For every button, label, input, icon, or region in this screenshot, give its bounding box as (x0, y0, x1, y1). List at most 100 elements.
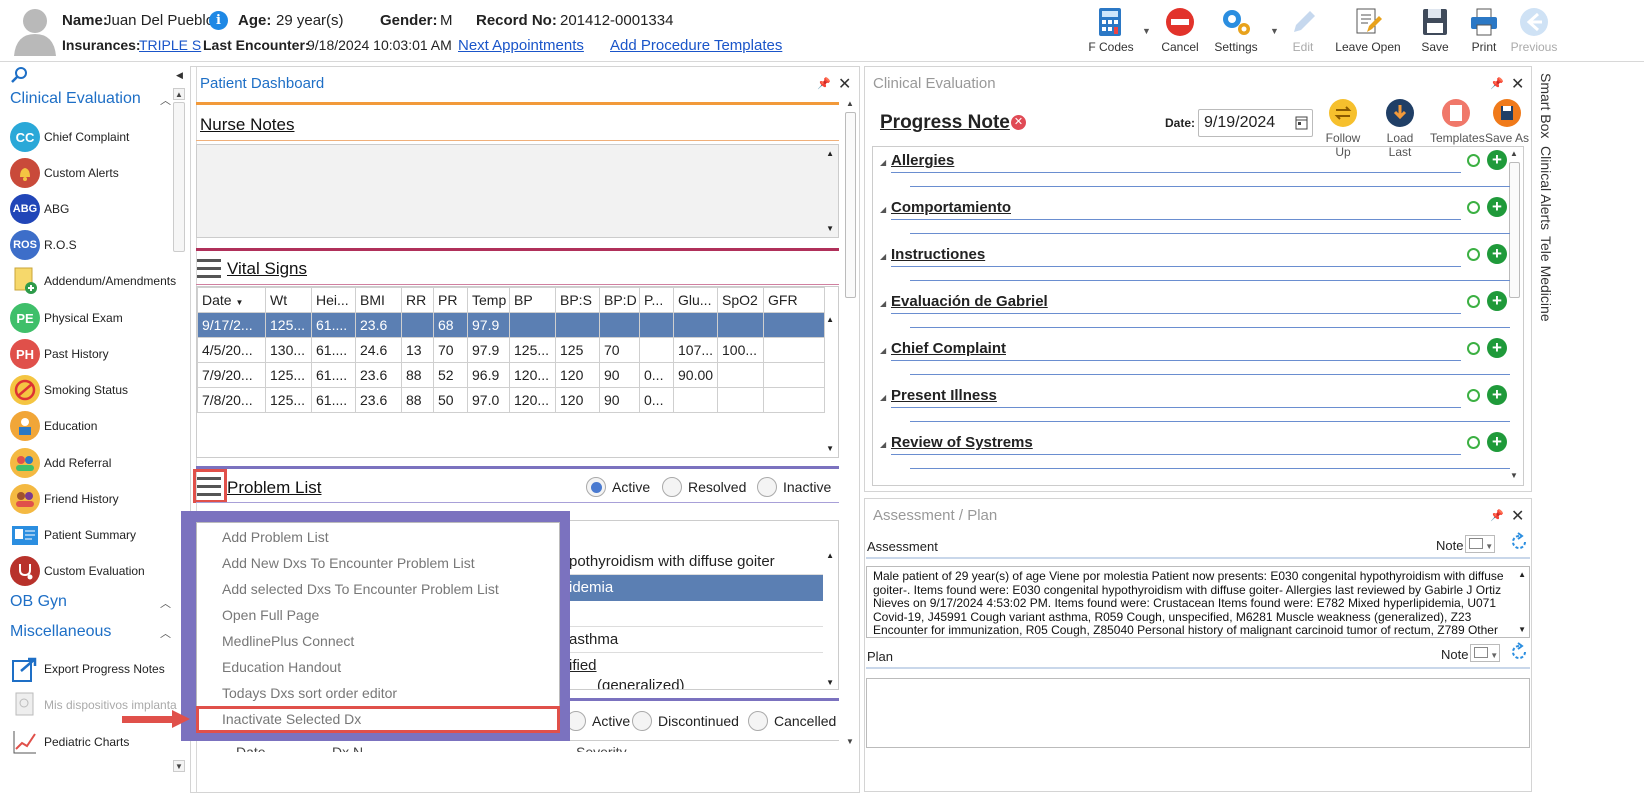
section-review-of-systems[interactable]: ◢ Review of Systrems + (880, 432, 1510, 470)
collapse-triangle-icon[interactable]: ◢ (880, 440, 886, 449)
section-chief-complaint[interactable]: ◢ Chief Complaint + (880, 338, 1510, 376)
clock-icon[interactable] (1467, 154, 1480, 167)
problem-radio-active[interactable]: Active (586, 477, 650, 497)
note-format-dropdown[interactable]: ▼ (1465, 535, 1495, 553)
tab-smart-box[interactable]: Smart Box (1538, 73, 1554, 138)
column-header[interactable]: BP:D (599, 287, 640, 313)
add-icon[interactable]: + (1487, 150, 1507, 170)
sidebar-item-abg[interactable]: ABG ABG (10, 193, 69, 225)
sidebar-item-friend-history[interactable]: Friend History (10, 483, 119, 515)
column-header[interactable]: Temp (467, 287, 510, 313)
table-row[interactable]: 4/5/20... 130... 61.... 24.6 13 70 97.9 125... 1… (197, 337, 825, 363)
dashboard-scrollbar[interactable]: ▲ ▼ (844, 98, 858, 750)
next-appointments-link[interactable]: Next Appointments (458, 37, 584, 54)
close-icon[interactable]: ✕ (1511, 506, 1524, 526)
scroll-up-icon[interactable]: ▲ (826, 149, 834, 158)
pin-icon[interactable]: 📌 (1490, 509, 1504, 522)
date-picker[interactable]: 9/19/2024 (1198, 109, 1313, 137)
scroll-up-icon[interactable]: ▲ (826, 551, 834, 560)
add-icon[interactable]: + (1487, 385, 1507, 405)
add-procedure-templates-link[interactable]: Add Procedure Templates (610, 37, 782, 54)
tab-tele-medicine[interactable]: Tele Medicine (1538, 236, 1554, 322)
settings-dropdown-icon[interactable]: ▼ (1270, 26, 1279, 36)
table-row[interactable]: 9/17/2... 125... 61.... 23.6 68 97.9 (197, 312, 825, 338)
scroll-down-icon[interactable]: ▼ (826, 224, 834, 233)
collapse-triangle-icon[interactable]: ◢ (880, 346, 886, 355)
save-as-button[interactable]: Save As (1484, 98, 1530, 145)
print-button[interactable]: Print (1462, 4, 1506, 60)
section-evaluacion-gabriel[interactable]: ◢ Evaluación de Gabriel + (880, 291, 1510, 329)
calendar-icon[interactable] (1295, 115, 1308, 133)
menu-item-add-selected-dxs[interactable]: Add selected Dxs To Encounter Problem Li… (222, 581, 499, 597)
sidebar-item-custom-evaluation[interactable]: Custom Evaluation (10, 555, 145, 587)
table-row[interactable]: 7/8/20... 125... 61.... 23.6 88 50 97.0 120... 1… (197, 387, 825, 413)
scroll-down-icon[interactable]: ▼ (844, 736, 856, 748)
column-header[interactable]: Date ▼ (197, 287, 266, 313)
column-header[interactable]: Dx N (332, 744, 363, 752)
menu-item-medlineplus-connect[interactable]: MedlinePlus Connect (222, 633, 354, 649)
clock-icon[interactable] (1467, 295, 1480, 308)
scroll-down-icon[interactable]: ▼ (1508, 470, 1520, 482)
scroll-up-icon[interactable]: ▲ (173, 88, 185, 100)
add-icon[interactable]: + (1487, 338, 1507, 358)
sidebar-section-miscellaneous[interactable]: Miscellaneous ︿ (10, 623, 171, 641)
sidebar-item-physical-exam[interactable]: PE Physical Exam (10, 302, 123, 334)
column-header[interactable]: Wt (265, 287, 312, 313)
med-radio-cancelled[interactable]: Cancelled (748, 711, 836, 731)
settings-button[interactable]: Settings (1208, 4, 1264, 60)
insurance-link[interactable]: TRIPLE S (139, 37, 201, 53)
column-header[interactable]: SpO2 (717, 287, 764, 313)
column-header[interactable]: Glu... (673, 287, 718, 313)
pin-icon[interactable]: 📌 (817, 77, 831, 90)
scroll-down-icon[interactable]: ▼ (826, 678, 834, 687)
menu-item-add-new-dxs[interactable]: Add New Dxs To Encounter Problem List (222, 555, 475, 571)
column-header[interactable]: P... (639, 287, 674, 313)
plan-textarea[interactable] (866, 678, 1530, 748)
problem-radio-inactive[interactable]: Inactive (757, 477, 831, 497)
sidebar-item-export-progress-notes[interactable]: Export Progress Notes (10, 653, 165, 685)
nurse-notes-textarea[interactable]: ▲ ▼ (196, 144, 839, 238)
collapse-triangle-icon[interactable]: ◢ (880, 158, 886, 167)
sidebar-item-add-referral[interactable]: Add Referral (10, 447, 111, 479)
collapse-triangle-icon[interactable]: ◢ (880, 299, 886, 308)
scroll-up-icon[interactable]: ▲ (1518, 570, 1526, 579)
sidebar-item-past-history[interactable]: PH Past History (10, 338, 109, 370)
scroll-up-icon[interactable]: ▲ (844, 98, 856, 110)
add-icon[interactable]: + (1487, 244, 1507, 264)
column-header[interactable]: RR (401, 287, 434, 313)
tab-clinical-alerts[interactable]: Clinical Alerts (1538, 146, 1554, 230)
column-header[interactable]: BP (509, 287, 556, 313)
med-radio-discontinued[interactable]: Discontinued (632, 711, 739, 731)
scroll-track[interactable] (1509, 162, 1520, 298)
clock-icon[interactable] (1467, 389, 1480, 402)
clock-icon[interactable] (1467, 436, 1480, 449)
sort-dropdown-icon[interactable]: ▼ (235, 298, 243, 307)
column-header[interactable]: BMI (355, 287, 402, 313)
scroll-down-icon[interactable]: ▼ (173, 760, 185, 772)
section-comportamiento[interactable]: ◢ Comportamiento + (880, 197, 1510, 235)
column-header[interactable]: Hei... (311, 287, 356, 313)
collapse-triangle-icon[interactable]: ◢ (880, 205, 886, 214)
close-icon[interactable]: ✕ (1511, 74, 1524, 94)
templates-button[interactable]: Templates (1430, 98, 1485, 145)
cancel-button[interactable]: Cancel (1158, 4, 1202, 60)
refresh-icon[interactable] (1509, 532, 1529, 555)
sidebar-item-addendum[interactable]: Addendum/Amendments (10, 265, 176, 297)
sidebar-item-ros[interactable]: ROS R.O.S (10, 229, 77, 261)
sidebar-item-chief-complaint[interactable]: CC Chief Complaint (10, 121, 129, 153)
menu-item-add-problem-list[interactable]: Add Problem List (222, 529, 329, 545)
collapse-sidebar-icon[interactable]: ◀ (176, 70, 183, 81)
refresh-icon[interactable] (1509, 642, 1529, 665)
problem-radio-resolved[interactable]: Resolved (662, 477, 746, 497)
add-icon[interactable]: + (1487, 291, 1507, 311)
add-icon[interactable]: + (1487, 197, 1507, 217)
clock-icon[interactable] (1467, 342, 1480, 355)
column-header[interactable]: BP:S (555, 287, 600, 313)
fcodes-dropdown-icon[interactable]: ▼ (1142, 26, 1151, 36)
scroll-track[interactable] (173, 102, 185, 252)
vital-signs-menu-icon[interactable] (197, 259, 221, 279)
menu-item-education-handout[interactable]: Education Handout (222, 659, 341, 675)
table-row[interactable]: 7/9/20... 125... 61.... 23.6 88 52 96.9 120... 1… (197, 362, 825, 388)
add-icon[interactable]: + (1487, 432, 1507, 452)
menu-item-inactivate-selected-dx[interactable]: Inactivate Selected Dx (222, 711, 361, 727)
